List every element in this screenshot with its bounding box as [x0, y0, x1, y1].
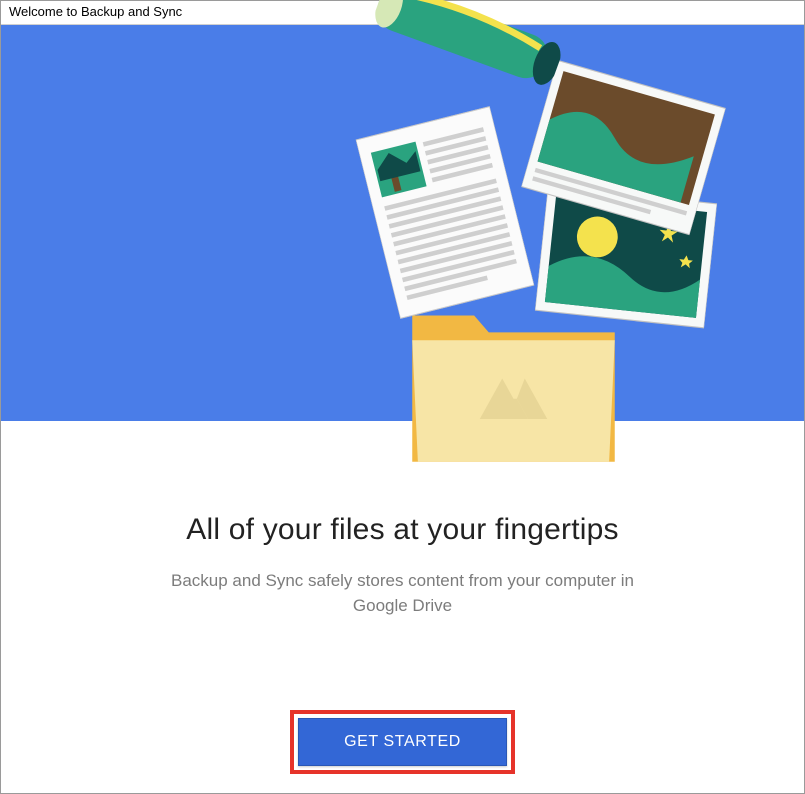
content-area: All of your files at your fingertips Bac… [1, 421, 804, 793]
folder-icon [401, 293, 626, 473]
cta-highlight-box: GET STARTED [290, 710, 515, 774]
text-doc-icon [356, 106, 535, 319]
headline: All of your files at your fingertips [186, 513, 618, 547]
hero-banner [1, 25, 804, 421]
subheadline: Backup and Sync safely stores content fr… [143, 569, 663, 618]
get-started-button[interactable]: GET STARTED [298, 718, 507, 766]
welcome-window: Welcome to Backup and Sync [0, 0, 805, 794]
